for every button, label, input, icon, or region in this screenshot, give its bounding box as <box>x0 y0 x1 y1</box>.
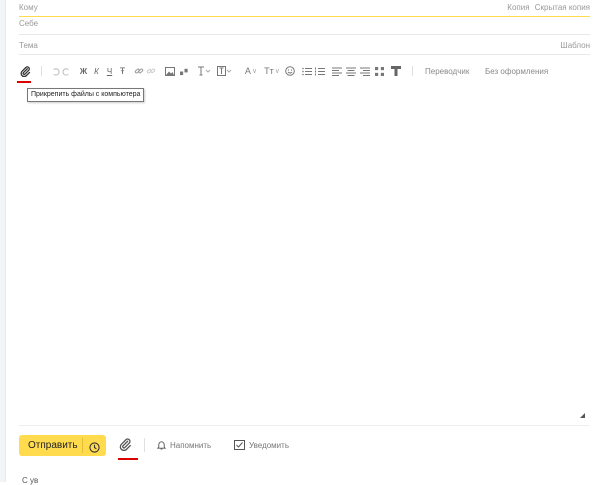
left-border <box>0 0 6 482</box>
font-size-dropdown[interactable]: Tт ∨ <box>261 63 283 79</box>
self-label: Себе <box>19 19 39 28</box>
resize-handle[interactable] <box>580 413 585 418</box>
undo-icon[interactable] <box>50 63 60 79</box>
align-left-icon[interactable] <box>331 63 342 79</box>
bell-icon <box>157 441 166 450</box>
numbered-list-icon[interactable] <box>314 63 325 79</box>
strikethrough-button[interactable]: Ŧ <box>118 63 127 79</box>
underline-button[interactable]: Ч <box>105 63 114 79</box>
send-divider <box>82 438 83 453</box>
checkbox-icon <box>234 440 245 450</box>
attach-icon[interactable] <box>18 63 32 79</box>
highlight-dropdown[interactable] <box>216 63 232 79</box>
highlight-underline <box>17 81 31 83</box>
subject-label: Тема <box>19 41 38 50</box>
text-color-label: A <box>244 66 251 76</box>
send-label: Отправить <box>28 440 78 451</box>
bcc-link[interactable]: Скрытая копия <box>535 3 590 12</box>
font-size-label: Tт <box>264 66 274 76</box>
footer-divider <box>19 425 590 426</box>
text-color-dropdown[interactable]: A ∨ <box>242 63 260 79</box>
attach-icon[interactable] <box>119 438 132 456</box>
toolbar-separator <box>41 66 42 76</box>
footer-separator <box>144 438 145 452</box>
clock-icon[interactable] <box>89 440 100 458</box>
highlight-underline <box>118 458 138 460</box>
send-button[interactable]: Отправить <box>19 435 106 456</box>
copy-links: Копия Скрытая копия <box>504 3 590 12</box>
template-link[interactable]: Шаблон <box>560 41 590 50</box>
bullet-list-icon[interactable] <box>301 63 312 79</box>
link-icon[interactable] <box>134 63 144 79</box>
align-right-icon[interactable] <box>359 63 370 79</box>
align-center-icon[interactable] <box>345 63 356 79</box>
to-field[interactable]: Кому Копия Скрытая копия <box>19 0 590 17</box>
self-field[interactable]: Себе <box>19 16 590 35</box>
remind-button[interactable]: Напомнить <box>157 440 211 450</box>
format-toolbar: Ж К Ч Ŧ A ∨ Tт ∨ Переводчик Без оформлен… <box>16 63 590 79</box>
quote-icon[interactable] <box>179 63 189 79</box>
translator-button[interactable]: Переводчик <box>425 63 481 79</box>
notify-button[interactable]: Уведомить <box>234 440 289 450</box>
to-label: Кому <box>19 3 38 12</box>
attach-tooltip: Прикрепить файлы с компьютера <box>27 88 145 102</box>
toolbar-separator <box>412 66 413 76</box>
unlink-icon[interactable] <box>146 63 156 79</box>
fullscreen-icon[interactable] <box>374 63 385 79</box>
clear-format-icon[interactable] <box>390 63 401 79</box>
chevron-down-icon: ∨ <box>251 68 258 75</box>
notify-label: Уведомить <box>249 440 289 450</box>
redo-icon[interactable] <box>61 63 71 79</box>
subject-field[interactable]: Тема Шаблон <box>19 38 590 55</box>
image-icon[interactable] <box>164 63 175 79</box>
bold-button[interactable]: Ж <box>79 63 88 79</box>
signature-text: С ув <box>22 476 39 485</box>
chevron-down-icon: ∨ <box>274 68 280 75</box>
no-format-button[interactable]: Без оформления <box>485 63 565 79</box>
text-format-dropdown[interactable] <box>197 63 211 79</box>
remind-label: Напомнить <box>170 440 212 450</box>
italic-button[interactable]: К <box>92 63 101 79</box>
emoji-icon[interactable] <box>284 63 296 79</box>
cc-link[interactable]: Копия <box>507 3 529 12</box>
